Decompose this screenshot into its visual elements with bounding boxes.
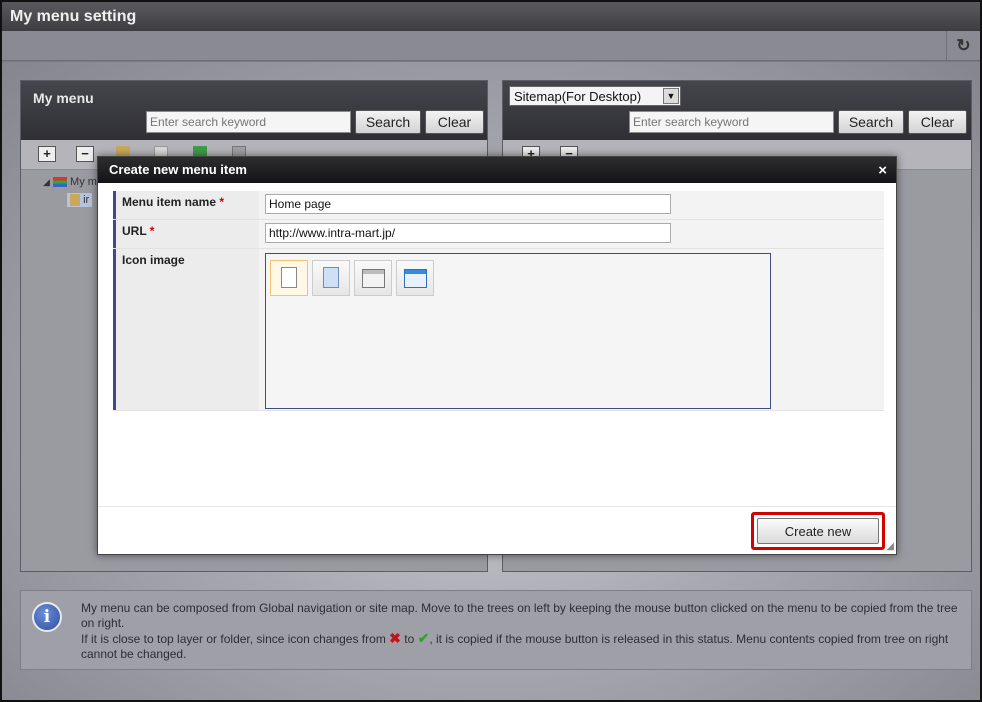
window-title: My menu setting [2,2,980,31]
icon-image-picker [265,253,771,409]
form-row-icon: Icon image [113,249,884,411]
document-icon-option[interactable] [270,260,308,296]
refresh-icon[interactable]: ↻ [946,31,980,61]
window-icon [362,269,385,288]
collapse-all-icon[interactable]: − [76,146,94,162]
folder-icon [70,194,80,207]
tree-toggle-icon[interactable]: ◢ [43,177,50,187]
tree-child-label: ir [83,194,90,206]
info-box: i My menu can be composed from Global na… [20,590,972,670]
create-button-highlight: Create new [751,512,885,550]
blue-window-icon [404,269,427,288]
sitemap-panel-header: Sitemap(For Desktop) ▼ Search Clear [503,81,971,140]
dialog-title: Create new menu item [109,162,247,177]
top-toolbar: ↻ [2,31,980,61]
tree-root-item[interactable]: ◢ My m [43,176,97,188]
url-input[interactable] [265,223,671,243]
my-menu-search-input[interactable] [146,111,351,133]
blue-document-icon-option[interactable] [312,260,350,296]
my-menu-clear-button[interactable]: Clear [425,110,484,134]
blue-document-icon [323,267,339,288]
app-window: My menu setting ↻ My menu Search Clear +… [0,0,982,702]
info-text: My menu can be composed from Global navi… [81,601,961,662]
info-line-1: My menu can be composed from Global navi… [81,601,958,630]
info-icon: i [32,602,62,632]
check-icon: ✔ [417,630,430,646]
my-menu-search-button[interactable]: Search [355,110,421,134]
tree-child-item[interactable]: ir [67,193,93,208]
menu-item-form: Menu item name * URL * Icon image [113,191,884,411]
required-mark: * [149,224,155,238]
blue-window-icon-option[interactable] [396,260,434,296]
create-new-button[interactable]: Create new [757,518,879,544]
window-icon-option[interactable] [354,260,392,296]
document-icon [281,267,297,288]
dialog-footer: Create new ◢ [98,506,896,554]
sitemap-clear-button[interactable]: Clear [908,110,967,134]
sitemap-source-value: Sitemap(For Desktop) [514,89,642,104]
dialog-title-bar: Create new menu item × [98,157,896,183]
form-row-name: Menu item name * [113,191,884,220]
info-line-2a: If it is close to top layer or folder, s… [81,632,386,646]
chevron-down-icon[interactable]: ▼ [663,88,679,104]
sitemap-search-input[interactable] [629,111,834,133]
create-menu-item-dialog: Create new menu item × Menu item name * … [97,156,897,555]
menu-item-name-input[interactable] [265,194,671,214]
url-label: URL * [113,220,259,248]
tree-root-label: My m [70,176,97,188]
sitemap-source-select[interactable]: Sitemap(For Desktop) ▼ [509,86,681,106]
info-line-2b: to [404,632,415,646]
my-menu-panel-header: My menu Search Clear [21,81,487,140]
form-row-url: URL * [113,220,884,249]
resize-handle-icon[interactable]: ◢ [886,541,894,552]
expand-all-icon[interactable]: + [38,146,56,162]
cross-icon: ✖ [389,630,401,646]
sitemap-search-button[interactable]: Search [838,110,904,134]
menu-item-name-label: Menu item name * [113,191,259,219]
close-icon[interactable]: × [878,162,887,179]
my-menu-title: My menu [33,90,94,106]
icon-image-label: Icon image [113,249,259,410]
menu-root-icon [52,177,67,188]
required-mark: * [219,195,225,209]
